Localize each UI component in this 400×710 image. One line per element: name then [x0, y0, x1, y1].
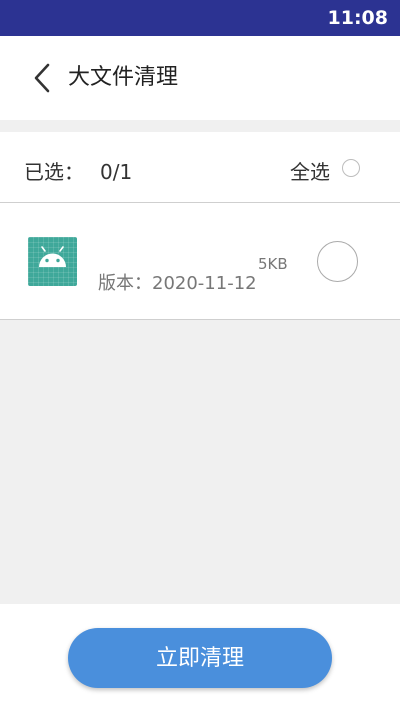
bottom-bar: 立即清理	[0, 604, 400, 710]
select-all-label: 全选	[290, 160, 330, 184]
select-all-toggle[interactable]: 全选	[240, 132, 360, 202]
file-version: 版本：2020-11-12	[98, 273, 257, 294]
file-select-radio[interactable]	[317, 241, 358, 282]
android-app-icon	[28, 237, 77, 286]
selected-count: 0/1	[100, 160, 133, 184]
selected-label: 已选：	[24, 160, 84, 184]
android-robot-icon	[39, 246, 66, 267]
app-bar: 大文件清理	[0, 36, 400, 120]
chevron-left-icon[interactable]	[30, 60, 60, 96]
status-time: 11:08	[327, 7, 388, 29]
status-bar: 11:08	[0, 0, 400, 36]
file-size: 5KB	[258, 255, 288, 273]
page-title: 大文件清理	[68, 65, 179, 90]
clean-now-button[interactable]: 立即清理	[68, 628, 332, 688]
selection-bar: 已选： 0/1 全选	[0, 132, 400, 203]
select-all-radio[interactable]	[342, 159, 360, 177]
